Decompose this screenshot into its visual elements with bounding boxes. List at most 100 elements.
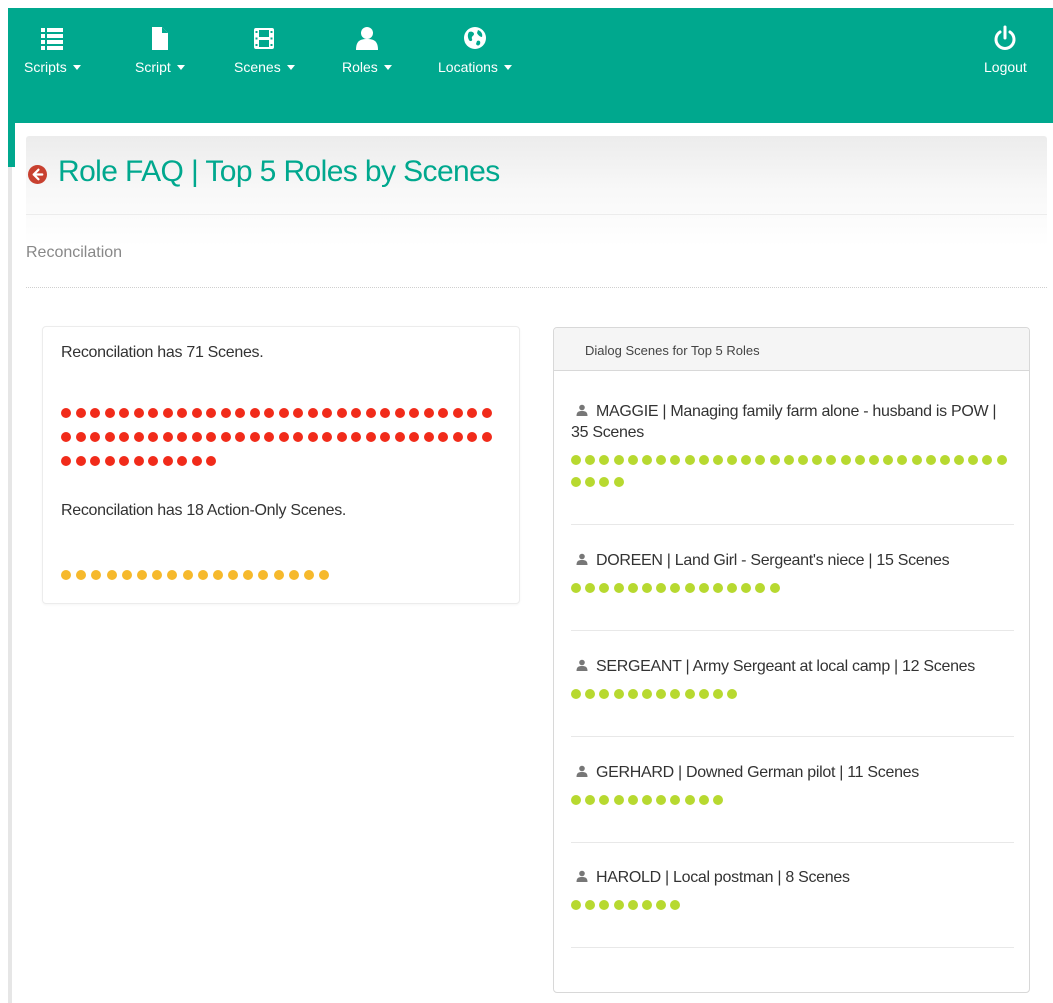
logout-label: Logout <box>984 59 1027 75</box>
scene-dot <box>307 432 318 442</box>
action-scene-dot <box>243 570 254 580</box>
action-scene-dot <box>288 570 299 580</box>
role-item: MAGGIE | Managing family farm alone - hu… <box>571 401 1014 499</box>
scene-dot <box>133 408 144 418</box>
scene-dot <box>75 456 86 466</box>
nav-scripts[interactable]: Scripts <box>24 25 81 75</box>
role-scene-dot <box>684 455 695 465</box>
role-scene-dot <box>599 477 610 487</box>
role-scene-dot <box>755 455 766 465</box>
role-scene-dot <box>883 455 894 465</box>
scene-dot <box>104 432 115 442</box>
nav-scenes[interactable]: Scenes <box>234 25 295 75</box>
film-icon <box>254 28 275 49</box>
action-count-text: Reconcilation has 18 Action-Only Scenes. <box>61 502 347 519</box>
action-scene-dot <box>182 570 193 580</box>
role-scene-dot <box>670 583 681 593</box>
role-scene-dot <box>769 583 780 593</box>
role-scene-dot <box>996 455 1007 465</box>
scene-dot <box>61 456 71 466</box>
scene-dot <box>423 432 434 442</box>
role-scene-dot <box>627 455 638 465</box>
role-scene-dot <box>939 455 950 465</box>
role-scene-dot <box>798 455 808 465</box>
scene-dot <box>148 432 158 442</box>
scene-dot <box>322 432 332 442</box>
role-title-text: DOREEN | Land Girl - Sergeant's niece | … <box>596 552 950 569</box>
nav-script-label: Script <box>135 59 171 75</box>
scene-dot <box>148 408 158 418</box>
scene-dot <box>133 432 144 442</box>
left-rail <box>8 167 12 1003</box>
scene-dot <box>278 432 289 442</box>
role-scene-dot <box>656 900 667 910</box>
nav-script[interactable]: Script <box>135 25 185 75</box>
action-scene-dot <box>167 570 178 580</box>
nav-locations-label: Locations <box>438 59 498 75</box>
role-scene-dot <box>684 689 695 699</box>
scene-dot <box>452 432 463 442</box>
role-scene-dot <box>741 583 752 593</box>
role-scene-dot <box>698 795 709 805</box>
back-arrow-icon[interactable] <box>28 165 47 184</box>
scene-dot <box>90 408 100 418</box>
role-scene-dot <box>712 689 723 699</box>
role-scene-dot <box>585 900 596 910</box>
action-scene-dot <box>91 570 102 580</box>
role-scene-dot <box>571 477 581 487</box>
scene-dot <box>438 408 448 418</box>
role-scene-dot <box>925 455 936 465</box>
user-icon <box>576 765 588 777</box>
role-divider <box>571 736 1014 737</box>
role-scene-dot <box>954 455 965 465</box>
role-scene-dot <box>727 583 738 593</box>
user-icon <box>576 404 588 416</box>
scene-dot <box>162 456 173 466</box>
scene-dot <box>206 408 216 418</box>
scene-dot <box>351 408 361 418</box>
role-scene-dot <box>627 795 638 805</box>
scene-dot <box>336 432 347 442</box>
caret-down-icon <box>176 65 185 70</box>
action-scene-dot <box>61 570 71 580</box>
scene-dot <box>380 432 390 442</box>
role-scene-dot <box>571 583 581 593</box>
scene-dot <box>191 432 202 442</box>
role-title-text: MAGGIE | Managing family farm alone - hu… <box>571 403 997 441</box>
user-icon <box>576 553 588 565</box>
scene-dot <box>365 432 376 442</box>
role-divider <box>571 630 1014 631</box>
action-scene-dot <box>273 570 284 580</box>
logout-button[interactable]: Logout <box>984 25 1027 75</box>
role-scene-dot <box>641 455 652 465</box>
scene-dot <box>119 432 129 442</box>
role-scene-dot <box>812 455 823 465</box>
role-scene-dot <box>854 455 865 465</box>
panel-heading: Dialog Scenes for Top 5 Roles <box>554 328 1029 371</box>
scene-dot <box>467 432 477 442</box>
role-title-text: SERGEANT | Army Sergeant at local camp |… <box>596 658 975 675</box>
role-scene-dot <box>599 795 610 805</box>
scene-dot <box>235 432 245 442</box>
user-icon <box>576 870 588 882</box>
scene-dot <box>75 432 86 442</box>
role-scene-dot <box>982 455 993 465</box>
role-scene-dot <box>727 455 738 465</box>
action-scene-dot <box>152 570 163 580</box>
scene-dot <box>104 408 115 418</box>
role-scene-dot <box>627 689 638 699</box>
nav-roles[interactable]: Roles <box>342 25 392 75</box>
scene-dot <box>264 432 274 442</box>
role-scene-dot <box>641 900 652 910</box>
role-scene-dots <box>571 689 1011 711</box>
action-scene-dot <box>121 570 132 580</box>
globe-icon <box>463 27 486 49</box>
scene-dot <box>336 408 347 418</box>
role-scene-dot <box>571 689 581 699</box>
scene-dot <box>380 408 390 418</box>
role-scene-dot <box>656 689 667 699</box>
role-scene-dot <box>684 583 695 593</box>
role-title: MAGGIE | Managing family farm alone - hu… <box>571 401 1014 443</box>
role-scene-dot <box>727 689 738 699</box>
nav-locations[interactable]: Locations <box>438 25 512 75</box>
